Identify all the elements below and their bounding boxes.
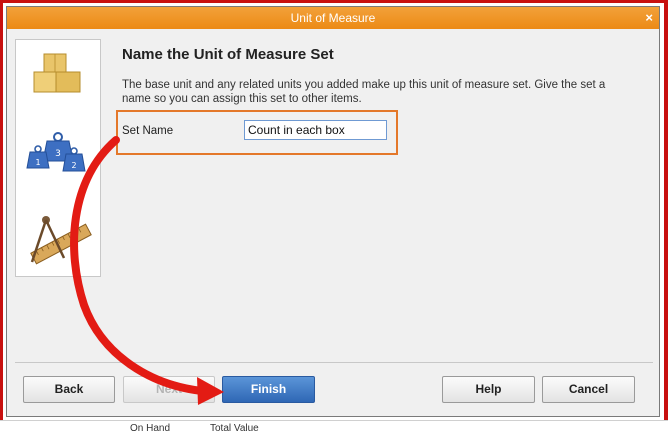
weight-label-3: 3: [55, 149, 61, 159]
window-title: Unit of Measure: [290, 11, 376, 25]
ruler-compass-icon: [30, 216, 92, 265]
page-title: Name the Unit of Measure Set: [122, 46, 334, 63]
title-bar: Unit of Measure ×: [7, 7, 659, 29]
close-icon[interactable]: ×: [645, 7, 653, 29]
button-separator: [15, 362, 653, 363]
boxes-icon: [33, 53, 81, 93]
weights-icon: 3 1 2: [26, 132, 86, 172]
side-illustrations: 3 1 2: [26, 53, 92, 265]
set-name-label: Set Name: [122, 125, 174, 137]
set-name-input[interactable]: [244, 120, 387, 140]
background-total-value-text: Total Value: [210, 423, 259, 434]
back-button[interactable]: Back: [23, 376, 115, 403]
wizard-side-panel: 3 1 2: [15, 39, 101, 277]
background-on-hand-text: On Hand: [130, 423, 171, 434]
help-button[interactable]: Help: [442, 376, 535, 403]
finish-button[interactable]: Finish: [222, 376, 315, 403]
weight-label-2: 2: [71, 161, 76, 170]
next-button[interactable]: Next: [123, 376, 215, 403]
weight-label-1: 1: [35, 158, 40, 167]
background-window-strip: On Hand Total Value: [0, 420, 668, 436]
cancel-button[interactable]: Cancel: [542, 376, 635, 403]
page-description: The base unit and any related units you …: [122, 79, 606, 105]
unit-of-measure-dialog: Unit of Measure × 3 1 2 Name the Unit of…: [6, 6, 660, 417]
